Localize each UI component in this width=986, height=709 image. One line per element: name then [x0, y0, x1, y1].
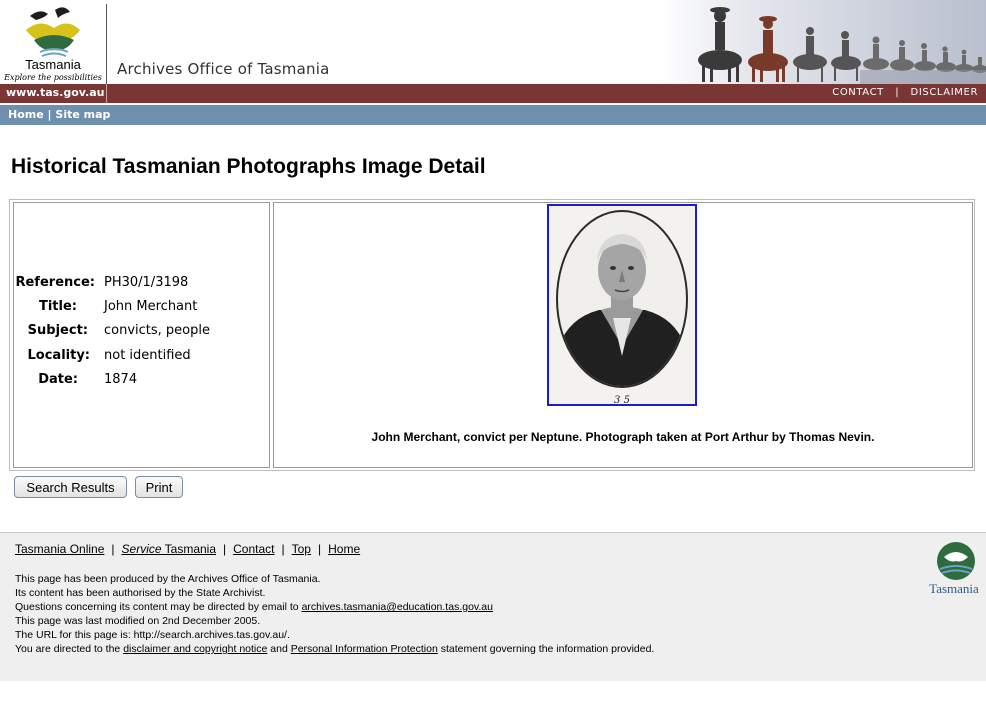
utility-links: CONTACT | DISCLAIMER [832, 87, 978, 98]
reference-label: Reference: [15, 275, 95, 290]
footer-notice: This page has been produced by the Archi… [15, 572, 654, 656]
tasmania-logo[interactable]: Tasmania Explore the possibilities [0, 0, 106, 84]
disclaimer-link[interactable]: DISCLAIMER [911, 87, 978, 98]
tasmania-footer-logo[interactable]: Tasmania [924, 541, 984, 597]
email-link[interactable]: archives.tasmania@education.tas.gov.au [302, 601, 493, 613]
footer-separator: | [317, 542, 322, 556]
top-utility-bar: www.tas.gov.au CONTACT | DISCLAIMER [0, 84, 986, 103]
footer-authorised-line: Its content has been authorised by the S… [15, 587, 266, 599]
contact-link[interactable]: CONTACT [832, 87, 884, 98]
footer-tasmania-online-link[interactable]: Tasmania Online [15, 542, 104, 556]
footer-directed-line: You are directed to the disclaimer and c… [15, 642, 654, 656]
locality-value: not identified [104, 348, 191, 363]
convict-portrait-image: 3 5 [549, 206, 695, 406]
footer-home-link[interactable]: Home [328, 542, 360, 556]
utility-separator: | [895, 87, 900, 98]
tasmania-word: Tasmania [161, 542, 217, 556]
footer-separator: | [223, 542, 227, 556]
reference-row: Reference: PH30/1/3198 [14, 275, 271, 295]
footer-questions-line: Questions concerning its content may be … [15, 600, 654, 614]
light-horse-banner-image [660, 0, 986, 84]
footer-nav: Tasmania Online | Service Tasmania | Contact… [15, 542, 360, 556]
footer-contact-link[interactable]: Contact [233, 542, 274, 556]
footer-separator: | [281, 542, 285, 556]
directed-text: You are directed to the [15, 643, 124, 655]
breadcrumb-separator: | [47, 108, 52, 121]
breadcrumb-home-link[interactable]: Home [8, 108, 44, 121]
footer-modified-line: This page was last modified on 2nd Decem… [15, 615, 261, 627]
date-row: Date: 1874 [14, 372, 271, 392]
print-button[interactable]: Print [135, 476, 183, 498]
locality-row: Locality: not identified [14, 348, 271, 368]
date-label: Date: [38, 372, 78, 387]
footer-service-tasmania-link[interactable]: Service Tasmania [122, 542, 217, 556]
title-value: John Merchant [104, 299, 198, 314]
questions-text: Questions concerning its content may be … [15, 601, 302, 613]
image-caption: John Merchant, convict per Neptune. Phot… [371, 430, 875, 444]
disclaimer-copyright-link[interactable]: disclaimer and copyright notice [123, 643, 267, 655]
footer-logo-wordmark: Tasmania [929, 581, 979, 596]
subject-value: convicts, people [104, 323, 210, 338]
breadcrumb-sitemap-link[interactable]: Site map [55, 108, 110, 121]
title-row: Title: John Merchant [14, 299, 271, 319]
locality-label: Locality: [27, 348, 91, 363]
breadcrumb: Home | Site map [8, 108, 110, 121]
footer-produced-line: This page has been produced by the Archi… [15, 573, 321, 585]
search-results-button[interactable]: Search Results [14, 476, 127, 498]
subject-label: Subject: [27, 323, 88, 338]
breadcrumb-bar: Home | Site map [0, 105, 986, 125]
date-value: 1874 [104, 372, 138, 387]
tas-gov-link[interactable]: www.tas.gov.au [6, 86, 105, 99]
site-title: Archives Office of Tasmania [117, 60, 330, 78]
logo-divider [106, 4, 107, 84]
page-title: Historical Tasmanian Photographs Image D… [11, 155, 486, 178]
and-text: and [267, 643, 291, 655]
reference-value: PH30/1/3198 [104, 275, 189, 290]
site-footer: Tasmania Online | Service Tasmania | Contact… [0, 532, 986, 681]
footer-separator: | [111, 542, 115, 556]
footer-url-line: The URL for this page is: http://search.… [15, 629, 290, 641]
photo-inscription: 3 5 [614, 395, 630, 404]
utility-bar-divider [106, 84, 107, 103]
statement-text: statement governing the information prov… [437, 643, 655, 655]
title-label: Title: [38, 299, 77, 314]
logo-tagline: Explore the possibilities [3, 73, 102, 82]
privacy-protection-link[interactable]: Personal Information Protection [291, 643, 438, 655]
logo-wordmark: Tasmania [25, 57, 81, 72]
service-word: Service [121, 542, 162, 556]
site-header: Tasmania Explore the possibilities Archi… [0, 0, 986, 84]
footer-top-link[interactable]: Top [292, 542, 311, 556]
record-metadata-panel: Reference: PH30/1/3198 Title: John Merch… [13, 202, 270, 468]
photograph-link[interactable]: 3 5 [547, 204, 697, 406]
image-panel: 3 5 John Merchant, convict per Neptune. … [273, 202, 973, 468]
subject-row: Subject: convicts, people [14, 323, 271, 343]
